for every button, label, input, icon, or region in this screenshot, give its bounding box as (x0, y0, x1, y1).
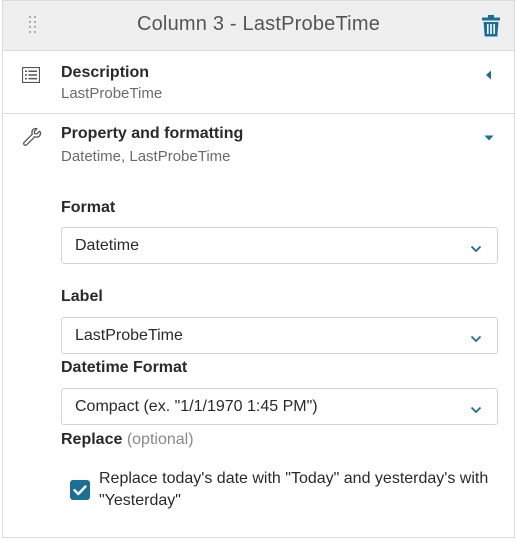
chevron-down-icon (470, 331, 482, 343)
replace-label: Replace (optional) (61, 431, 194, 449)
trash-icon[interactable] (482, 15, 500, 37)
property-title[interactable]: Property and formatting (61, 125, 243, 143)
panel-header: Column 3 - LastProbeTime (3, 1, 514, 51)
format-value: Datetime (75, 237, 140, 254)
datetime-format-label: Datetime Format (61, 359, 188, 376)
wrench-icon (22, 127, 42, 147)
label-select[interactable]: LastProbeTime (61, 317, 498, 354)
list-icon (21, 66, 42, 87)
replace-label-text: Replace (61, 431, 123, 448)
label-label: Label (61, 288, 103, 305)
chevron-down-icon (470, 402, 482, 414)
panel-title: Column 3 - LastProbeTime (136, 13, 381, 35)
caret-down-icon[interactable] (483, 131, 495, 143)
description-title: Description (61, 64, 150, 81)
description-subtitle: LastProbeTime (61, 85, 163, 102)
format-select[interactable]: Datetime (61, 227, 498, 264)
datetime-format-select[interactable]: Compact (ex. "1/1/1970 1:45 PM") (61, 388, 498, 425)
checkmark-icon (73, 485, 87, 496)
optional-hint: (optional) (126, 431, 194, 448)
column-settings-panel: Column 3 - LastProbeTime Description Las… (2, 0, 515, 538)
label-value: LastProbeTime (75, 327, 183, 344)
property-formatting-section: Property and formatting Datetime, LastPr… (3, 114, 514, 534)
caret-left-icon[interactable] (483, 68, 495, 80)
description-section[interactable]: Description LastProbeTime (3, 51, 514, 114)
datetime-format-value: Compact (ex. "1/1/1970 1:45 PM") (75, 398, 318, 415)
replace-checkbox-label[interactable]: Replace today's date with "Today" and ye… (99, 468, 489, 512)
property-subtitle: Datetime, LastProbeTime (61, 148, 231, 165)
format-label: Format (61, 199, 116, 216)
replace-checkbox[interactable] (70, 480, 90, 500)
chevron-down-icon (470, 241, 482, 253)
